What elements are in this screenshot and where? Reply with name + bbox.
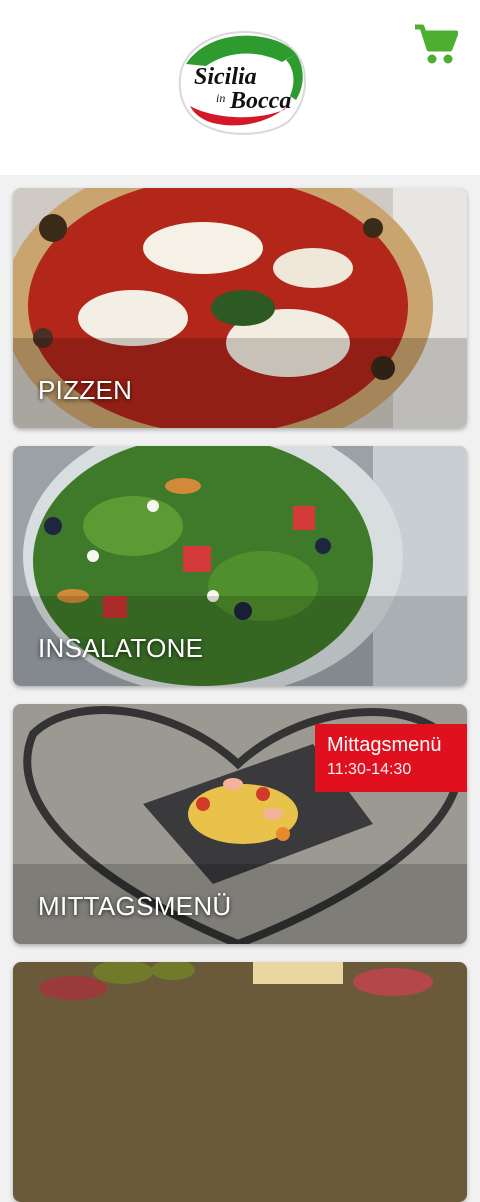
badge-title: Mittagsmenü [327, 734, 442, 756]
antipasti-image [13, 962, 467, 1202]
app-header: Sicilia in Bocca [0, 0, 480, 175]
category-card-antipasti[interactable] [13, 962, 467, 1202]
category-label: MITTAGSMENÜ [38, 891, 232, 921]
category-card-insalatone[interactable]: INSALATONE [13, 446, 467, 686]
category-label: PIZZEN [38, 375, 133, 405]
svg-text:Bocca: Bocca [229, 88, 291, 114]
category-card-pizzen[interactable]: PIZZEN [13, 188, 467, 428]
category-label: INSALATONE [38, 633, 204, 663]
sicilia-in-bocca-logo[interactable]: Sicilia in Bocca [172, 26, 310, 138]
svg-text:in: in [216, 91, 225, 105]
lunch-hours-badge: Mittagsmenü 11:30-14:30 [315, 724, 467, 792]
svg-text:Sicilia: Sicilia [194, 64, 257, 90]
category-card-mittagsmenu[interactable]: Mittagsmenü 11:30-14:30 MITTAGSMENÜ [13, 704, 467, 944]
badge-time: 11:30-14:30 [327, 761, 412, 778]
shopping-cart-icon[interactable] [412, 22, 458, 66]
